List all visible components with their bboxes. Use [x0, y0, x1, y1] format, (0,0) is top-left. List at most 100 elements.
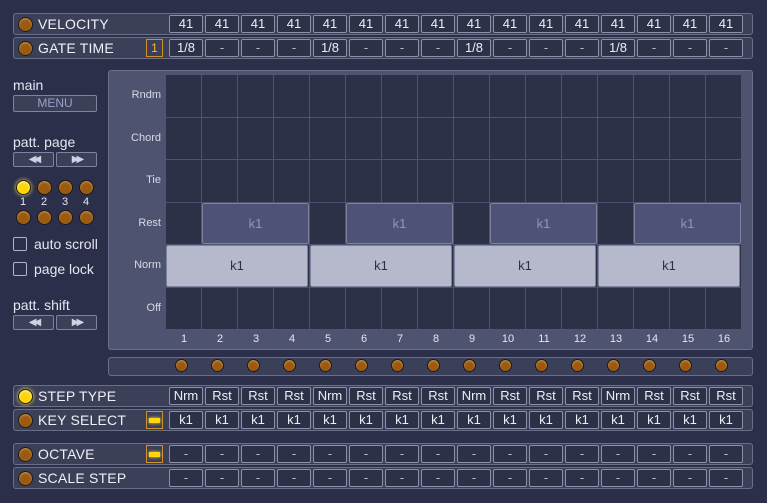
grid-cell[interactable] — [598, 287, 633, 329]
grid-cell[interactable] — [634, 160, 669, 202]
step-type-step-15[interactable]: Rst — [673, 387, 707, 405]
grid-cell[interactable] — [382, 287, 417, 329]
key-select-led[interactable] — [18, 413, 33, 428]
rest-block[interactable]: k1 — [202, 202, 309, 244]
octave-step-9[interactable]: - — [457, 445, 491, 463]
scale-step-step-5[interactable]: - — [313, 469, 347, 487]
grid-cell[interactable] — [382, 75, 417, 117]
grid-cell[interactable] — [490, 75, 525, 117]
gate-time-step-3[interactable]: - — [241, 39, 275, 57]
grid-cell[interactable] — [382, 117, 417, 159]
key-select-step-15[interactable]: k1 — [673, 411, 707, 429]
grid-cell[interactable] — [490, 160, 525, 202]
velocity-step-7[interactable]: 41 — [385, 15, 419, 33]
norm-block[interactable]: k1 — [454, 245, 596, 287]
grid-cell[interactable] — [166, 117, 201, 159]
grid-cell[interactable] — [670, 287, 705, 329]
grid-cell[interactable] — [526, 117, 561, 159]
velocity-step-5[interactable]: 41 — [313, 15, 347, 33]
step-type-step-8[interactable]: Rst — [421, 387, 455, 405]
grid-cell[interactable] — [238, 117, 273, 159]
step-type-step-5[interactable]: Nrm — [313, 387, 347, 405]
scale-step-step-3[interactable]: - — [241, 469, 275, 487]
grid-cell[interactable] — [526, 75, 561, 117]
patt-shift-left-button[interactable]: ◀◀ — [13, 315, 54, 330]
grid-cell[interactable] — [598, 160, 633, 202]
octave-step-4[interactable]: - — [277, 445, 311, 463]
grid-cell[interactable] — [310, 202, 345, 244]
gate-time-step-13[interactable]: 1/8 — [601, 39, 635, 57]
patt-page-right-button[interactable]: ▶▶ — [56, 152, 97, 167]
key-select-step-5[interactable]: k1 — [313, 411, 347, 429]
grid-cell[interactable] — [274, 160, 309, 202]
grid-cell[interactable] — [490, 287, 525, 329]
grid-cell[interactable] — [706, 117, 741, 159]
page-led-3[interactable] — [58, 180, 73, 195]
scale-step-step-2[interactable]: - — [205, 469, 239, 487]
scale-step-led[interactable] — [18, 471, 33, 486]
grid-cell[interactable] — [238, 160, 273, 202]
velocity-led[interactable] — [18, 17, 33, 32]
gate-time-step-16[interactable]: - — [709, 39, 743, 57]
grid-cell[interactable] — [562, 117, 597, 159]
grid-cell[interactable] — [706, 287, 741, 329]
octave-step-6[interactable]: - — [349, 445, 383, 463]
step-type-step-12[interactable]: Rst — [565, 387, 599, 405]
step-type-step-9[interactable]: Nrm — [457, 387, 491, 405]
scale-step-step-8[interactable]: - — [421, 469, 455, 487]
step-type-step-16[interactable]: Rst — [709, 387, 743, 405]
step-type-step-7[interactable]: Rst — [385, 387, 419, 405]
grid-cell[interactable] — [634, 75, 669, 117]
octave-step-14[interactable]: - — [637, 445, 671, 463]
grid-cell[interactable] — [202, 160, 237, 202]
grid-cell[interactable] — [202, 117, 237, 159]
velocity-step-4[interactable]: 41 — [277, 15, 311, 33]
gate-time-led[interactable] — [18, 41, 33, 56]
grid-cell[interactable] — [670, 75, 705, 117]
grid-cell[interactable] — [310, 75, 345, 117]
velocity-step-16[interactable]: 41 — [709, 15, 743, 33]
grid-cell[interactable] — [274, 287, 309, 329]
rest-block[interactable]: k1 — [634, 202, 741, 244]
velocity-step-13[interactable]: 41 — [601, 15, 635, 33]
octave-step-12[interactable]: - — [565, 445, 599, 463]
gate-time-step-7[interactable]: - — [385, 39, 419, 57]
step-type-step-4[interactable]: Rst — [277, 387, 311, 405]
key-select-step-12[interactable]: k1 — [565, 411, 599, 429]
scale-step-step-10[interactable]: - — [493, 469, 527, 487]
scale-step-step-7[interactable]: - — [385, 469, 419, 487]
grid-cell[interactable] — [418, 287, 453, 329]
gate-time-step-11[interactable]: - — [529, 39, 563, 57]
grid-cell[interactable] — [418, 75, 453, 117]
step-type-step-10[interactable]: Rst — [493, 387, 527, 405]
scale-step-step-16[interactable]: - — [709, 469, 743, 487]
page-led-4[interactable] — [79, 180, 94, 195]
step-type-led[interactable] — [18, 389, 33, 404]
page-led-1[interactable] — [16, 180, 31, 195]
octave-step-2[interactable]: - — [205, 445, 239, 463]
grid-cell[interactable] — [418, 117, 453, 159]
octave-step-3[interactable]: - — [241, 445, 275, 463]
step-type-step-14[interactable]: Rst — [637, 387, 671, 405]
step-type-step-2[interactable]: Rst — [205, 387, 239, 405]
velocity-step-12[interactable]: 41 — [565, 15, 599, 33]
gate-time-box[interactable]: 1 — [146, 39, 163, 57]
key-select-step-7[interactable]: k1 — [385, 411, 419, 429]
grid-cell[interactable] — [346, 160, 381, 202]
scale-step-step-11[interactable]: - — [529, 469, 563, 487]
gate-time-step-5[interactable]: 1/8 — [313, 39, 347, 57]
velocity-step-14[interactable]: 41 — [637, 15, 671, 33]
octave-step-8[interactable]: - — [421, 445, 455, 463]
grid-cell[interactable] — [706, 75, 741, 117]
gate-time-step-15[interactable]: - — [673, 39, 707, 57]
step-type-step-3[interactable]: Rst — [241, 387, 275, 405]
octave-step-5[interactable]: - — [313, 445, 347, 463]
key-select-step-2[interactable]: k1 — [205, 411, 239, 429]
grid-cell[interactable] — [454, 287, 489, 329]
auto-scroll-checkbox[interactable] — [13, 237, 27, 251]
norm-block[interactable]: k1 — [310, 245, 452, 287]
key-select-toggle[interactable] — [146, 411, 163, 429]
gate-time-step-1[interactable]: 1/8 — [169, 39, 203, 57]
rest-block[interactable]: k1 — [490, 202, 597, 244]
grid-cell[interactable] — [166, 287, 201, 329]
